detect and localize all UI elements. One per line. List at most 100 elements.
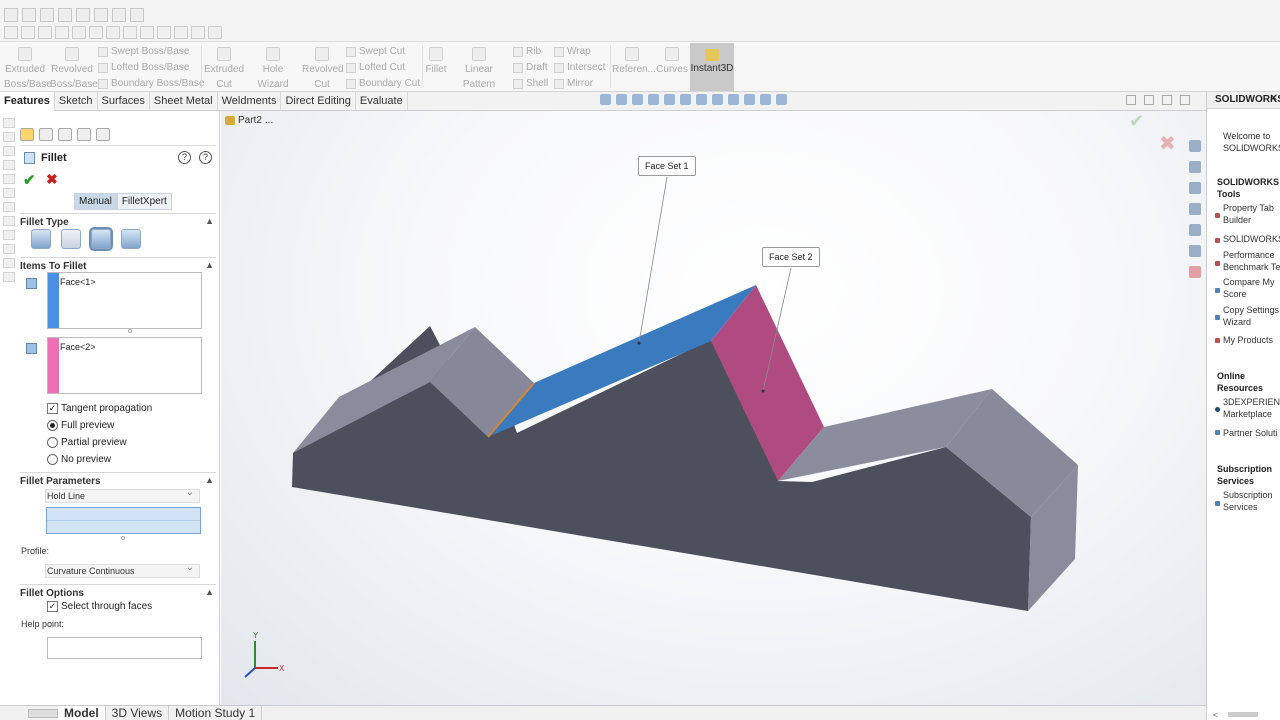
strip-icon[interactable] [3,160,15,170]
strip-icon[interactable] [3,258,15,268]
tab-motion-study[interactable]: Motion Study 1 [169,706,263,720]
maximize-icon[interactable] [1180,95,1190,105]
profile-dropdown[interactable]: Curvature Continuous [45,562,200,578]
compare-score-link[interactable]: Compare My Score [1223,276,1275,300]
help-point-input[interactable] [47,637,202,659]
tab-evaluate[interactable]: Evaluate [356,92,408,111]
no-preview-radio[interactable]: No preview [47,454,111,465]
tab-model[interactable]: Model [58,706,106,720]
feature-manager-icon[interactable] [20,128,34,141]
ok-button[interactable]: ✔ [23,171,36,189]
view-palette-icon[interactable] [1189,203,1201,215]
undo-icon[interactable] [76,8,90,22]
open-icon[interactable] [22,8,36,22]
property-manager-icon[interactable] [39,128,53,141]
fillet-parameters-section[interactable]: Fillet Parameters ▲ [20,472,216,487]
checkbox[interactable]: ✓ [47,601,58,612]
swept-boss-button[interactable]: Swept Boss/Base [98,46,189,57]
collapse-icon[interactable]: ▲ [205,475,214,485]
tab-sketch[interactable]: Sketch [55,92,98,111]
filletxpert-tab[interactable]: FilletXpert [116,193,172,210]
copy-settings-link[interactable]: Copy Settings Wizard [1223,304,1279,328]
view-orientation-icon[interactable] [680,94,691,105]
hide-show-items-icon[interactable] [712,94,723,105]
rectangle-tool-icon[interactable] [72,26,86,39]
dimxpert-manager-icon[interactable] [77,128,91,141]
fillet-button[interactable]: Fillet [424,47,448,77]
mirror-button[interactable]: Mirror [554,78,593,89]
whats-wrong-icon[interactable]: ? [178,151,191,164]
pattern-tool-icon[interactable] [208,26,222,39]
apply-scene-icon[interactable] [744,94,755,105]
solidworks-rx-link[interactable]: SOLIDWORKS [1223,233,1280,245]
tab-features[interactable]: Features [0,92,55,111]
tangent-propagation-checkbox[interactable]: ✓ Tangent propagation [47,403,152,414]
resources-icon[interactable] [1189,161,1201,173]
arc-tool-icon[interactable] [55,26,69,39]
radio-button[interactable] [47,454,58,465]
hole-wizard-button[interactable]: Hole Wizard [246,47,300,92]
home-icon[interactable] [1189,140,1201,152]
tab-sheet-metal[interactable]: Sheet Metal [150,92,218,111]
select-icon[interactable] [112,8,126,22]
section-view-icon[interactable] [648,94,659,105]
boundary-cut-button[interactable]: Boundary Cut [346,78,420,89]
my-products-link[interactable]: My Products [1223,334,1273,346]
lofted-cut-button[interactable]: Lofted Cut [346,62,405,73]
radio-button[interactable] [47,437,58,448]
items-to-fillet-section[interactable]: Items To Fillet ▲ [20,257,216,272]
face-set-1-list[interactable]: Face<1> [47,272,202,329]
linear-pattern-button[interactable]: Linear Pattern [448,47,510,92]
face-set-1-callout[interactable]: Face Set 1 [638,156,696,176]
line-tool-icon[interactable] [21,26,35,39]
confirm-corner-ok-icon[interactable]: ✔ [1129,111,1144,132]
tab-direct-editing[interactable]: Direct Editing [281,92,356,111]
partial-preview-radio[interactable]: Partial preview [47,437,127,448]
radio-button[interactable] [47,420,58,431]
lofted-boss-button[interactable]: Lofted Boss/Base [98,62,189,73]
confirm-corner-cancel-icon[interactable]: ✖ [1159,131,1176,156]
part-model[interactable] [221,111,1206,705]
swept-cut-button[interactable]: Swept Cut [346,46,405,57]
face-fillet-icon[interactable] [89,227,113,251]
fillet-options-section[interactable]: Fillet Options ▲ [20,584,216,599]
file-explorer-icon[interactable] [1189,182,1201,194]
display-style-icon[interactable] [696,94,707,105]
face-set-2-list[interactable]: Face<2> [47,337,202,394]
help-icon[interactable]: ? [199,151,212,164]
scroll-left-icon[interactable]: < [1213,710,1218,720]
strip-icon[interactable] [3,118,15,128]
boundary-boss-button[interactable]: Boundary Boss/Base [98,78,204,89]
circle-tool-icon[interactable] [38,26,52,39]
forum-icon[interactable] [1189,266,1201,278]
slot-tool-icon[interactable] [106,26,120,39]
hold-line-selection-box[interactable] [46,507,201,534]
collapse-icon[interactable]: ▲ [205,260,214,270]
display-pane-icon[interactable] [776,94,787,105]
resize-handle[interactable] [128,329,132,333]
mirror-tool-icon[interactable] [191,26,205,39]
select-through-faces-checkbox[interactable]: ✓ Select through faces [47,601,152,612]
redo-icon[interactable] [94,8,108,22]
close-icon[interactable]: ✕ [1270,93,1278,104]
resize-handle[interactable] [121,536,125,540]
strip-icon[interactable] [3,188,15,198]
full-round-fillet-icon[interactable] [121,229,141,249]
trim-tool-icon[interactable] [157,26,171,39]
strip-icon[interactable] [3,202,15,212]
strip-icon[interactable] [3,132,15,142]
horizontal-scrollbar[interactable] [1228,712,1258,717]
rebuild-icon[interactable] [130,8,144,22]
strip-icon[interactable] [3,244,15,254]
instant3d-button[interactable]: Instant3D [690,43,734,91]
graphics-viewport[interactable]: Part2... Face Set 1 Face Set 2 Y X ✔ ✖ [221,111,1206,705]
tab-scroll-arrows[interactable] [28,708,58,718]
point-tool-icon[interactable] [140,26,154,39]
new-icon[interactable] [4,8,18,22]
performance-benchmark-link[interactable]: Performance Benchmark Te [1223,249,1280,273]
zoom-to-area-icon[interactable] [616,94,627,105]
edit-appearance-icon[interactable] [728,94,739,105]
spline-tool-icon[interactable] [123,26,137,39]
marketplace-link[interactable]: 3DEXPERIENCMarketplace [1223,396,1280,420]
collapse-icon[interactable]: ▲ [205,216,214,226]
